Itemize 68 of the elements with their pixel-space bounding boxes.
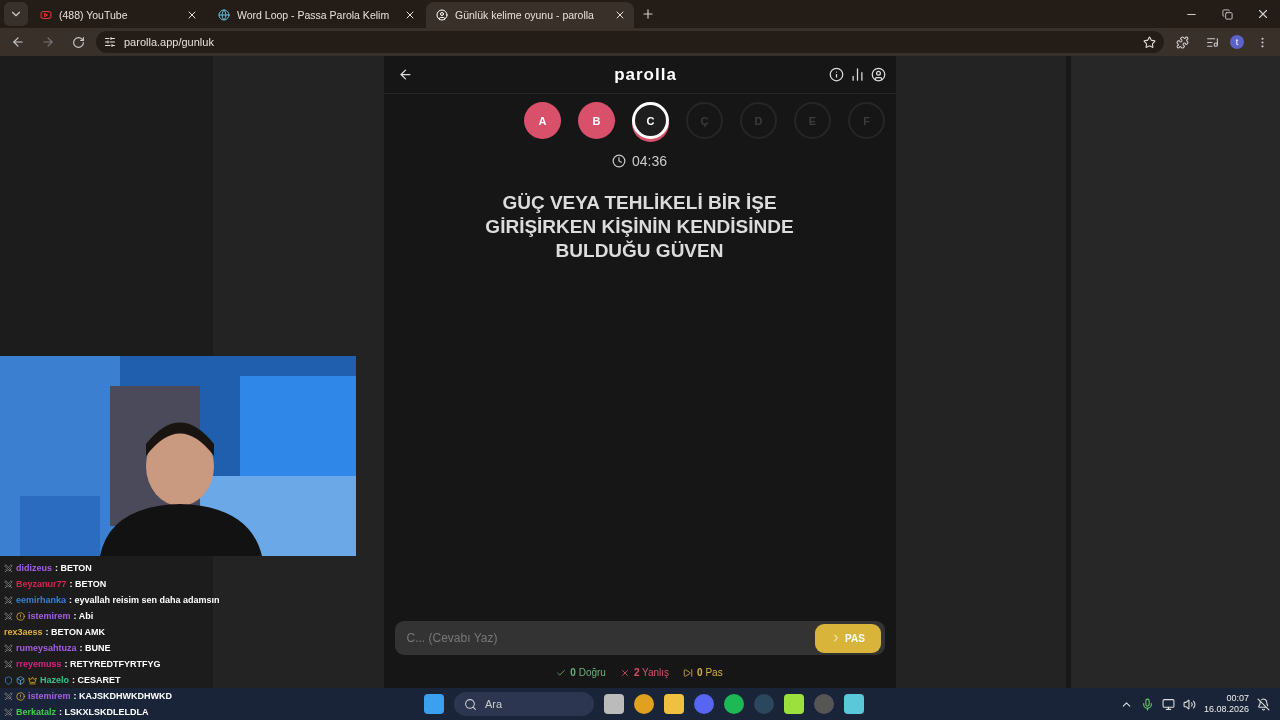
media-list-icon[interactable]	[1205, 35, 1219, 49]
search-placeholder: Ara	[485, 698, 503, 710]
globe-icon	[218, 9, 230, 21]
browser-tab[interactable]: Günlük kelime oyunu - parolla	[426, 2, 634, 28]
clock-icon	[611, 154, 626, 168]
volume-icon[interactable]	[1182, 697, 1196, 711]
video-icon	[40, 9, 52, 21]
mic-icon[interactable]	[1140, 697, 1154, 711]
url-text: parolla.app/gunluk	[124, 36, 214, 48]
chat-message: : BETON	[69, 579, 107, 589]
forward-icon[interactable]	[41, 35, 55, 49]
stat-text: 0 Pas	[697, 667, 723, 678]
restore-icon[interactable]	[1221, 8, 1233, 20]
stat-text: 2 Yanlış	[633, 667, 670, 678]
cross-icon	[619, 667, 630, 678]
notification-icon[interactable]	[1257, 697, 1270, 711]
back-icon[interactable]	[11, 35, 25, 49]
chat-message: : BETON AMK	[45, 627, 106, 637]
stat-text: 0 Doğru	[570, 667, 606, 678]
address-bar[interactable]: parolla.app/gunluk	[96, 31, 1164, 53]
taskbar-search-field[interactable]: Ara	[454, 692, 594, 716]
letter-circle: A	[524, 102, 561, 139]
timer-text: 04:36	[631, 153, 667, 169]
chat-message: : LSKXLSKDLELDLA	[59, 707, 149, 717]
tab-search-button[interactable]	[4, 2, 28, 26]
new-tab-icon[interactable]	[641, 7, 655, 21]
profile-icon[interactable]	[870, 67, 886, 82]
network-icon[interactable]	[1161, 697, 1175, 711]
chat-message: : BETON	[55, 563, 92, 573]
bookmark-star-icon[interactable]	[1143, 35, 1156, 49]
chat-username: rreyemuss	[16, 659, 62, 669]
search-icon	[464, 697, 477, 711]
close-icon[interactable]	[186, 9, 198, 21]
chat-message: : Abi	[73, 611, 94, 621]
chat-username: rex3aess	[4, 627, 43, 637]
chat-username: rumeysahtuza	[16, 643, 77, 653]
stats-icon[interactable]	[849, 67, 865, 82]
chat-message: : RETYREDTFYRTFYG	[64, 659, 161, 669]
close-icon[interactable]	[404, 9, 416, 21]
chat-username: Berkatalz	[16, 707, 57, 717]
question-text: GÜÇ VEYA TEHLİKELİ BİR İŞE GİRİŞİRKEN KİŞİNİN KENDİSİNDE BULDUĞU GÜVEN	[484, 191, 795, 263]
chat-username: Beyzanur77	[16, 579, 67, 589]
chat-message: : KAJSKDHWKDHWKD	[73, 691, 173, 701]
chat-message: : BUNE	[79, 643, 111, 653]
chat-message: : CESARET	[72, 675, 121, 685]
site-settings-icon[interactable]	[104, 36, 116, 48]
clock-time: 00:07	[1226, 693, 1249, 704]
puzzle-icon[interactable]	[1175, 35, 1189, 49]
browser-tab[interactable]: Word Loop - Passa Parola Kelim	[208, 2, 424, 28]
info-icon[interactable]	[828, 67, 844, 82]
chat-username: istemirem	[28, 611, 71, 621]
close-icon[interactable]	[1256, 7, 1270, 21]
check-icon	[556, 667, 567, 678]
close-icon[interactable]	[614, 9, 626, 21]
chat-message: : eyvallah reisim sen daha adamsın	[69, 595, 220, 605]
letter-circle: C	[632, 102, 669, 139]
clock-date: 16.08.2026	[1203, 704, 1249, 715]
browser-tab[interactable]: (488) YouTube	[30, 2, 206, 28]
logo: parolla	[613, 64, 677, 85]
chat-username: istemirem	[28, 691, 71, 701]
chat-username: Hazelo	[40, 675, 69, 685]
chat-username: eemirhanka	[16, 595, 67, 605]
skip-icon	[683, 667, 694, 678]
chat-username: didizeus	[16, 563, 52, 573]
site-icon	[436, 9, 448, 21]
letter-circle: B	[578, 102, 615, 139]
reload-icon[interactable]	[71, 35, 85, 49]
profile-avatar[interactable]: t	[1230, 35, 1244, 49]
